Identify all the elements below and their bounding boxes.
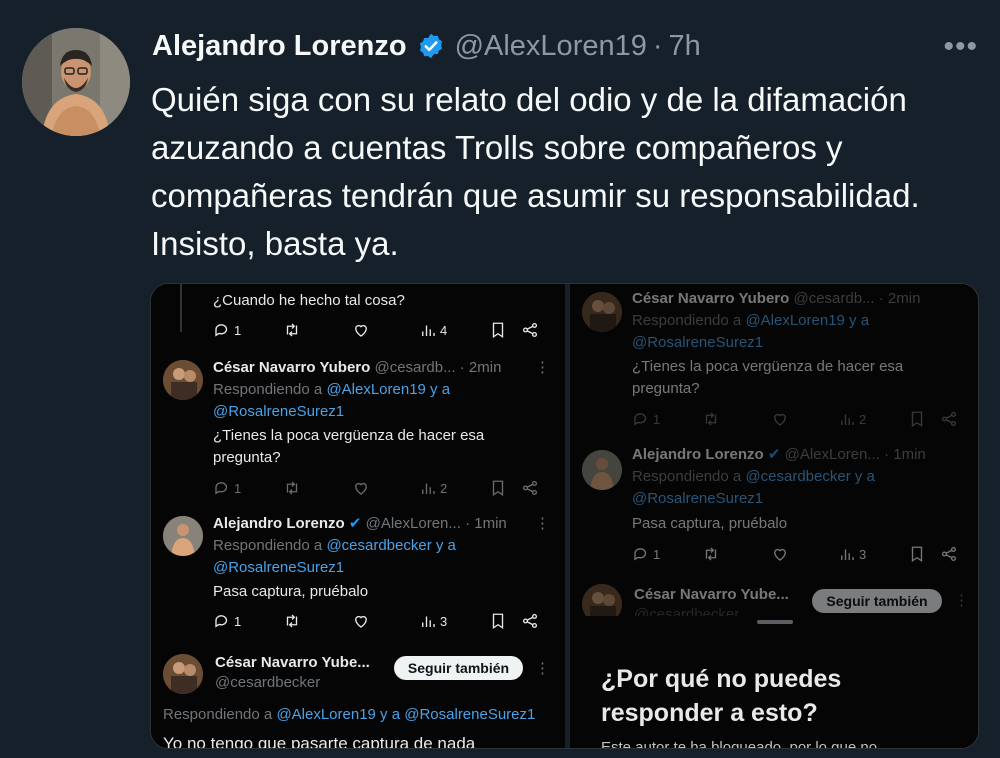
- reply-more-icon: ⋮: [535, 660, 550, 677]
- reply-icon: 1: [632, 545, 660, 563]
- reply-text-line1: ¿Tienes la poca vergüenza de hacer esa: [213, 427, 485, 444]
- retweet-icon: [702, 545, 720, 563]
- bookmark-icon: [489, 321, 507, 339]
- screenshot-left: ¿Cuando he hecho tal cosa? 1 4 César Nav…: [151, 284, 565, 749]
- reply-header: César Navarro Yubero @cesardb... · 2min: [632, 290, 921, 307]
- replying-to: Respondiendo a @cesardbecker y a: [213, 537, 456, 554]
- blocked-title-line2: responder a esto?: [601, 699, 818, 727]
- replying-mention: @RosalreneSurez1: [632, 334, 764, 351]
- share-icon: [521, 612, 539, 630]
- like-icon: [771, 410, 789, 428]
- reply-text-line2: pregunta?: [213, 449, 281, 466]
- reply-text: Pasa captura, pruébalo: [632, 515, 788, 532]
- reply-avatar: [163, 360, 203, 400]
- verified-badge-icon: [419, 33, 442, 59]
- like-icon: [771, 545, 789, 563]
- reply-icon: 1: [213, 479, 241, 497]
- share-icon: [521, 321, 539, 339]
- tweet-time[interactable]: 7h: [669, 30, 701, 63]
- tweet: Alejandro Lorenzo @AlexLoren19 · 7h ••• …: [0, 0, 1000, 758]
- reply-actions: 1 2: [632, 408, 962, 430]
- more-options-icon[interactable]: •••: [943, 30, 978, 64]
- like-icon: [352, 321, 370, 339]
- reply-more-icon: ⋮: [535, 359, 550, 376]
- bookmark-icon: [489, 612, 507, 630]
- reply-text: Yo no tengo que pasarte captura de nada: [163, 734, 476, 749]
- reply-avatar: [582, 292, 622, 332]
- sheet-handle: [757, 620, 793, 624]
- reply-name: César Navarro Yube...: [634, 586, 789, 603]
- share-icon: [940, 410, 958, 428]
- share-icon: [940, 545, 958, 563]
- blocked-sheet: ¿Por qué no puedes responder a esto? Est…: [570, 616, 978, 749]
- reply-text-line1: ¿Tienes la poca vergüenza de hacer esa: [632, 358, 904, 375]
- share-icon: [521, 479, 539, 497]
- like-icon: [352, 479, 370, 497]
- reply-header: Alejandro Lorenzo ✔ @AlexLoren... · 1min: [213, 515, 507, 532]
- replying-to: Respondiendo a @AlexLoren19 y a: [213, 381, 451, 398]
- header-separator: ·: [652, 29, 663, 62]
- retweet-icon: [283, 479, 301, 497]
- blocked-body: Este autor te ha bloqueado, por lo que n…: [601, 739, 878, 749]
- reply-avatar: [163, 654, 203, 694]
- views-icon: 2: [419, 479, 447, 497]
- replying-mention: @RosalreneSurez1: [632, 490, 764, 507]
- reply-icon: 1: [632, 410, 660, 428]
- bookmark-icon: [908, 545, 926, 563]
- top-reply-text: ¿Cuando he hecho tal cosa?: [213, 292, 405, 309]
- thread-line: [180, 284, 182, 332]
- like-icon: [352, 612, 370, 630]
- bookmark-icon: [489, 479, 507, 497]
- replying-mention: @RosalreneSurez1: [213, 403, 345, 420]
- reply-header: Alejandro Lorenzo ✔ @AlexLoren... · 1min: [632, 446, 926, 463]
- reply-handle: @cesardbecker: [215, 674, 321, 691]
- reply-avatar: [163, 516, 203, 556]
- reply-avatar: [582, 450, 622, 490]
- tweet-text: Quién siga con su relato del odio y de l…: [151, 81, 920, 262]
- tweet-header: Alejandro Lorenzo @AlexLoren19 · 7h: [152, 26, 701, 66]
- follow-back-button: Seguir también: [394, 656, 523, 680]
- views-icon: 4: [419, 321, 447, 339]
- author-name[interactable]: Alejandro Lorenzo: [152, 30, 407, 63]
- reply-header: César Navarro Yubero @cesardb... · 2min: [213, 359, 502, 376]
- views-icon: 3: [838, 545, 866, 563]
- reply-text: Pasa captura, pruébalo: [213, 583, 369, 600]
- reply-actions: 1 2: [213, 477, 543, 499]
- replying-mention: @RosalreneSurez1: [213, 559, 345, 576]
- author-avatar[interactable]: [22, 28, 130, 136]
- top-actions: 1 4: [213, 319, 543, 341]
- views-icon: 2: [838, 410, 866, 428]
- retweet-icon: [283, 612, 301, 630]
- retweet-icon: [283, 321, 301, 339]
- views-icon: 3: [419, 612, 447, 630]
- tweet-media[interactable]: ¿Cuando he hecho tal cosa? 1 4 César Nav…: [150, 283, 979, 749]
- bookmark-icon: [908, 410, 926, 428]
- reply-text-line2: pregunta?: [632, 380, 700, 397]
- reply-name: César Navarro Yube...: [215, 654, 370, 671]
- retweet-icon: [702, 410, 720, 428]
- reply-actions: 1 3: [632, 543, 962, 565]
- blocked-title-line1: ¿Por qué no puedes: [601, 665, 842, 693]
- replying-to: Respondiendo a @AlexLoren19 y a: [632, 312, 870, 329]
- replying-to: Respondiendo a @cesardbecker y a: [632, 468, 875, 485]
- reply-icon: 1: [213, 321, 241, 339]
- reply-icon: 1: [213, 612, 241, 630]
- author-handle[interactable]: @AlexLoren19: [455, 30, 647, 63]
- reply-more-icon: ⋮: [535, 515, 550, 532]
- follow-back-button: Seguir también: [812, 589, 942, 613]
- replying-to: Respondiendo a @AlexLoren19 y a @Rosalre…: [163, 706, 536, 723]
- reply-more-icon: ⋮: [954, 592, 969, 609]
- reply-actions: 1 3: [213, 610, 543, 632]
- screenshot-right: César Navarro Yubero @cesardb... · 2min …: [570, 284, 978, 749]
